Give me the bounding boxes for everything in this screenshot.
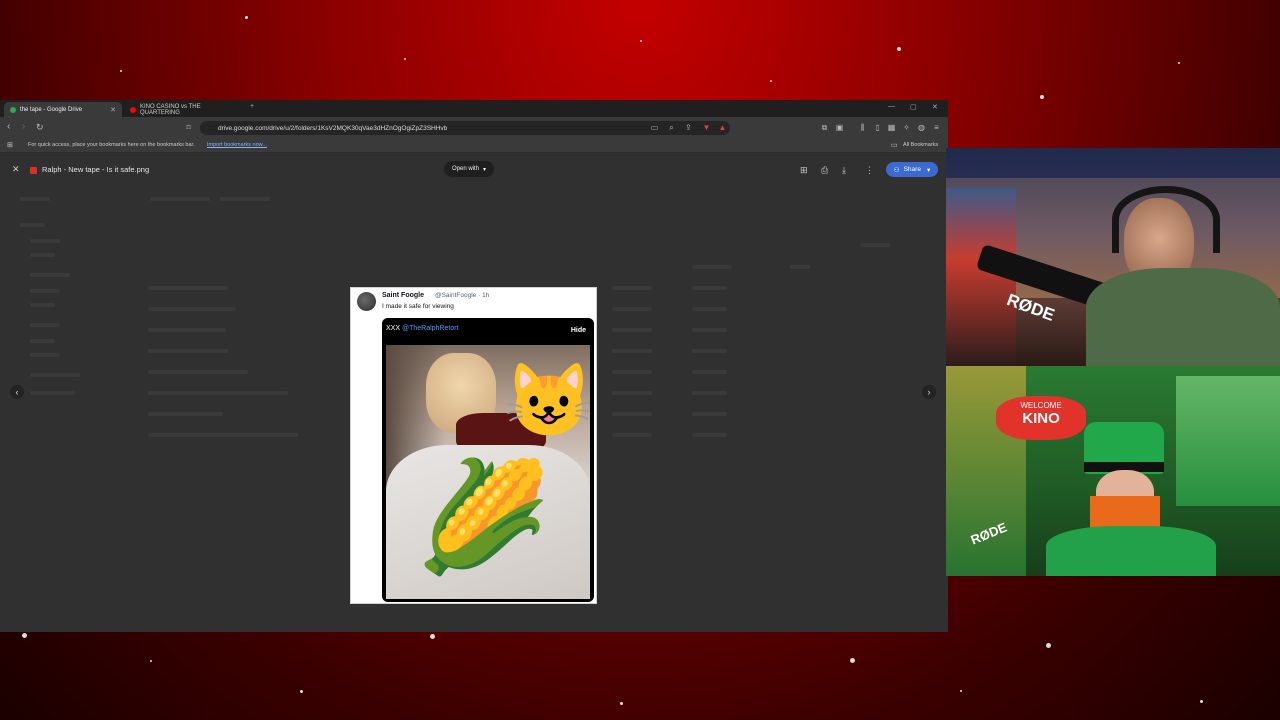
tab-strip: the tape - Google Drive ✕ KINO CASINO vs… bbox=[0, 100, 948, 117]
bookmark-page-icon[interactable]: ⌑ bbox=[184, 123, 193, 132]
url-text: drive.google.com/drive/u/2/folders/1KsV2… bbox=[218, 124, 448, 132]
zoom-icon[interactable]: ⌕ bbox=[667, 123, 676, 132]
back-icon[interactable]: ‹ bbox=[7, 121, 10, 132]
png-file-icon bbox=[30, 167, 37, 174]
share-chevron-icon: ▾ bbox=[926, 166, 931, 174]
close-window-icon[interactable]: ✕ bbox=[932, 103, 938, 111]
quoted-media: XXX @TheRalphRetort Hide 😺 🌽 bbox=[382, 318, 594, 602]
extensions-puzzle-icon[interactable]: ✧ bbox=[902, 123, 911, 132]
decor-right bbox=[1176, 376, 1280, 506]
new-tab-button[interactable]: + bbox=[250, 103, 254, 110]
green-hoodie bbox=[1086, 268, 1280, 366]
open-with-button[interactable]: Open with ▾ bbox=[444, 161, 495, 177]
profile-icon[interactable]: ◍ bbox=[917, 123, 926, 132]
browser-toolbar: ‹ › ↻ ⌑ drive.google.com/drive/u/2/folde… bbox=[0, 117, 948, 139]
extension-icon-2[interactable]: ▣ bbox=[835, 123, 844, 132]
webcam-bottom: WELCOME KINO RØDE bbox=[946, 366, 1280, 576]
extension-icon-3[interactable]: ▦ bbox=[887, 123, 896, 132]
quoted-header: XXX @TheRalphRetort Hide bbox=[382, 318, 594, 344]
bookmarks-bar: ⊞ For quick access, place your bookmarks… bbox=[0, 139, 948, 153]
cat-emoji-icon: 😺 bbox=[504, 361, 590, 441]
extension-alert-icon[interactable]: ▲ bbox=[718, 123, 727, 132]
share-people-icon: ⚇ bbox=[893, 166, 900, 174]
tweet-text: I made it safe for viewing bbox=[382, 303, 454, 310]
share-page-icon[interactable]: ⇪ bbox=[684, 123, 693, 132]
browser-window: the tape - Google Drive ✕ KINO CASINO vs… bbox=[0, 100, 948, 632]
add-comment-icon[interactable]: ⊞ bbox=[800, 165, 808, 176]
youtube-favicon-icon bbox=[130, 106, 136, 113]
drive-file-viewer: ✕ Ralph - New tape - Is it safe.png Open… bbox=[0, 153, 948, 632]
censored-photo: 😺 🌽 bbox=[386, 345, 590, 599]
open-with-label: Open with bbox=[452, 166, 480, 172]
quoted-label: XXX @TheRalphRetort bbox=[386, 325, 459, 332]
print-icon[interactable]: ⎙ bbox=[821, 165, 828, 176]
quoted-prefix: XXX bbox=[386, 325, 401, 332]
webcam-top: RØDE bbox=[946, 148, 1280, 366]
tab-google-drive[interactable]: the tape - Google Drive ✕ bbox=[4, 102, 122, 117]
menu-icon[interactable]: ≡ bbox=[932, 123, 941, 132]
close-tab-icon[interactable]: ✕ bbox=[110, 106, 116, 114]
apps-grid-icon[interactable]: ⊞ bbox=[7, 141, 13, 149]
extension-red-icon[interactable]: ▼ bbox=[702, 123, 711, 132]
extension-icon-1[interactable]: ⧉ bbox=[820, 123, 829, 132]
hide-button: Hide bbox=[570, 327, 586, 334]
folder-icon: ▭ bbox=[891, 142, 898, 149]
corn-emoji-icon: 🌽 bbox=[416, 456, 551, 577]
welcome-sign-top: WELCOME bbox=[1020, 401, 1062, 410]
side-panel-icon[interactable]: ▯ bbox=[873, 123, 882, 132]
next-file-button[interactable]: › bbox=[922, 385, 936, 399]
cast-icon[interactable]: ▭ bbox=[650, 123, 659, 132]
forward-icon[interactable]: › bbox=[22, 121, 25, 132]
bookmarks-hint: For quick access, place your bookmarks h… bbox=[28, 142, 195, 148]
import-bookmarks-link[interactable]: Import bookmarks now... bbox=[207, 142, 267, 148]
reading-list-icon[interactable]: ⫼ bbox=[858, 123, 867, 132]
reload-icon[interactable]: ↻ bbox=[36, 122, 44, 133]
file-title: Ralph - New tape - Is it safe.png bbox=[42, 165, 150, 174]
green-suit bbox=[1046, 526, 1216, 576]
headphones-icon bbox=[1112, 186, 1220, 253]
welcome-sign: WELCOME KINO bbox=[996, 396, 1086, 440]
drive-favicon-icon bbox=[10, 106, 16, 113]
tweet-image: Saint Foogle @SaintFoogle · 1h I made it… bbox=[350, 287, 597, 604]
avatar bbox=[357, 292, 376, 311]
tweet-author-handle: @SaintFoogle · 1h bbox=[435, 292, 490, 299]
tab-label: KINO CASINO vs THE QUARTERING bbox=[140, 103, 201, 116]
welcome-sign-word: KINO bbox=[1022, 410, 1060, 427]
previous-file-button[interactable]: ‹ bbox=[10, 385, 24, 399]
chevron-down-icon: ▾ bbox=[483, 166, 487, 173]
share-button[interactable]: ⚇ Share ▾ bbox=[886, 162, 938, 177]
tweet-author-name: Saint Foogle bbox=[382, 292, 424, 299]
quoted-handle: @TheRalphRetort bbox=[401, 325, 459, 332]
more-options-icon[interactable]: ⋮ bbox=[865, 165, 874, 176]
share-label: Share bbox=[903, 166, 921, 173]
all-bookmarks-button[interactable]: All Bookmarks bbox=[903, 142, 938, 148]
tab-label: the tape - Google Drive bbox=[20, 106, 83, 113]
download-icon[interactable]: ⤓ bbox=[842, 165, 846, 176]
tab-kino-casino[interactable]: KINO CASINO vs THE QUARTERING bbox=[124, 102, 248, 117]
close-viewer-icon[interactable]: ✕ bbox=[12, 164, 20, 175]
maximize-icon[interactable]: ▢ bbox=[910, 103, 917, 111]
minimize-icon[interactable]: — bbox=[888, 103, 895, 110]
